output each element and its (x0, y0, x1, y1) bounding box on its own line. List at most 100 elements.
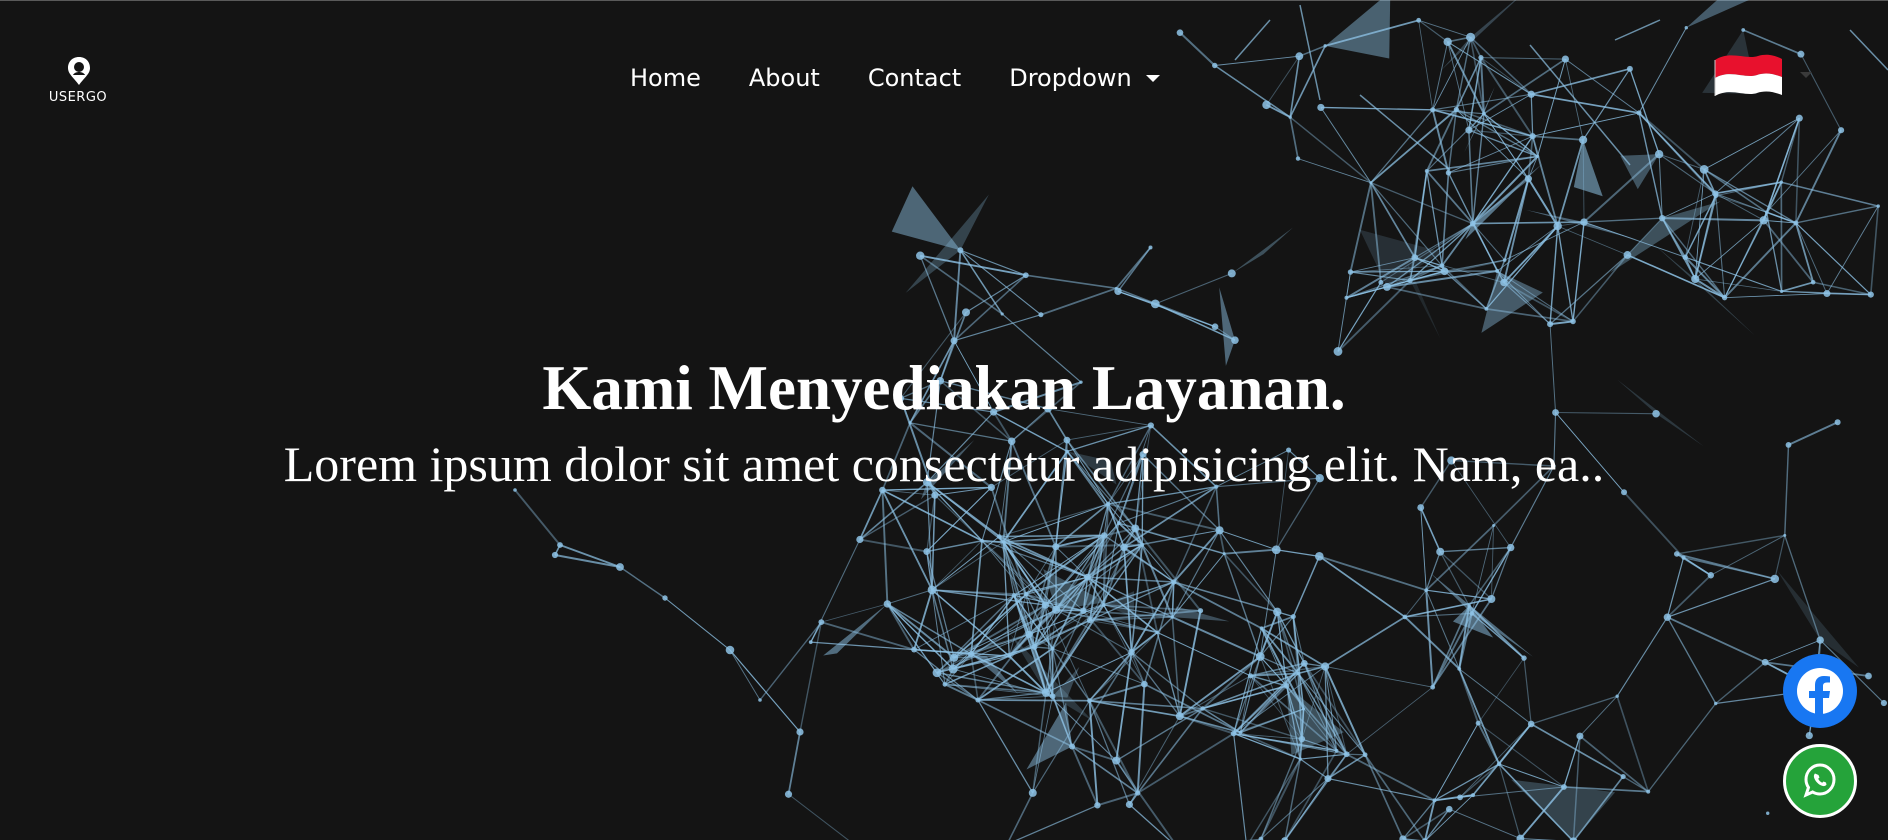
network-line (1477, 722, 1565, 788)
network-line (1134, 527, 1202, 612)
network-line (1171, 616, 1261, 658)
network-node (1467, 603, 1471, 608)
network-node (1011, 593, 1017, 598)
network-node (1230, 730, 1237, 737)
network-line (1774, 535, 1786, 580)
network-line (1178, 610, 1202, 717)
network-node (932, 668, 942, 678)
network-node (1681, 555, 1686, 560)
network-node (1080, 607, 1087, 614)
network-line (1299, 758, 1329, 780)
network-node (1691, 274, 1700, 284)
whatsapp-icon (1803, 763, 1836, 798)
network-node (1114, 287, 1122, 295)
facebook-icon (1797, 668, 1843, 716)
network-line (1549, 226, 1559, 325)
network-node (1712, 190, 1719, 197)
network-node (1049, 693, 1056, 699)
network-line (1327, 777, 1435, 801)
nav-home[interactable]: Home (630, 64, 701, 92)
nav-contact[interactable]: Contact (868, 64, 961, 92)
network-node (1383, 283, 1391, 291)
network-node (1547, 321, 1554, 328)
network-line (788, 793, 850, 840)
network-node (927, 585, 937, 595)
network-node (948, 664, 958, 674)
network-line (729, 649, 761, 701)
network-line (1008, 792, 1034, 840)
network-node (1023, 592, 1029, 597)
network-node (1402, 614, 1408, 620)
network-node (1823, 290, 1831, 298)
network-line (1667, 578, 1776, 618)
network-line (1490, 525, 1495, 600)
network-node (1222, 552, 1226, 556)
network-line (959, 249, 1003, 315)
network-node (662, 595, 668, 601)
network-node (1424, 588, 1429, 593)
network-node (883, 600, 892, 608)
network-node (1150, 299, 1160, 309)
network-node (911, 646, 917, 653)
network-node (1445, 170, 1452, 176)
network-line (1781, 281, 1814, 293)
language-selector[interactable] (1712, 50, 1818, 102)
network-line (1627, 254, 1725, 299)
network-node (975, 697, 981, 703)
network-node (1334, 748, 1339, 753)
network-node (1407, 277, 1413, 284)
network-line (1297, 158, 1371, 184)
network-node (1721, 294, 1728, 301)
network-line (1115, 760, 1139, 794)
network-line (1666, 574, 1712, 618)
nav-about[interactable]: About (749, 64, 820, 92)
network-line (1441, 265, 1487, 310)
network-line (1434, 722, 1479, 801)
network-node (808, 640, 813, 645)
network-line (1115, 707, 1204, 762)
network-node (1570, 318, 1576, 325)
network-node (1553, 221, 1562, 231)
network-node (1471, 793, 1476, 798)
network-node (1492, 523, 1496, 527)
whatsapp-button[interactable] (1783, 744, 1857, 818)
brand-logo[interactable]: USERGO (44, 56, 112, 112)
nav-dropdown[interactable]: Dropdown (1009, 64, 1160, 92)
network-line (1144, 683, 1241, 734)
network-line (1471, 547, 1512, 614)
network-line (1471, 612, 1525, 659)
network-node (1255, 652, 1265, 661)
network-node (1699, 164, 1709, 174)
network-node (1343, 751, 1350, 758)
network-node (1273, 607, 1282, 617)
navbar: USERGO Home About Contact Dropdown (0, 0, 1888, 156)
network-line (1346, 753, 1435, 802)
network-line (1025, 274, 1117, 290)
network-node (1141, 680, 1148, 688)
network-line (1173, 529, 1221, 583)
network-node (1779, 180, 1783, 184)
network-line (881, 489, 933, 591)
network-line (559, 544, 621, 568)
network-node (1324, 775, 1332, 783)
network-line (1490, 547, 1512, 600)
network-line (1826, 205, 1879, 294)
network-node (1620, 773, 1626, 780)
network-line (1087, 576, 1174, 583)
network-line (1434, 763, 1500, 801)
indonesia-flag-icon (1714, 54, 1782, 96)
network-line (1549, 254, 1628, 325)
network-line (1572, 221, 1585, 322)
network-node (1116, 521, 1121, 525)
facebook-button[interactable] (1783, 654, 1857, 728)
network-line (1364, 754, 1404, 840)
network-line (1117, 247, 1152, 292)
network-line (1458, 668, 1500, 765)
network-node (1296, 671, 1300, 676)
network-node (1876, 204, 1880, 208)
network-line (1219, 529, 1277, 551)
network-line (1439, 551, 1470, 607)
network-node (1300, 659, 1308, 667)
network-node (1487, 595, 1496, 604)
network-node (1001, 540, 1006, 544)
